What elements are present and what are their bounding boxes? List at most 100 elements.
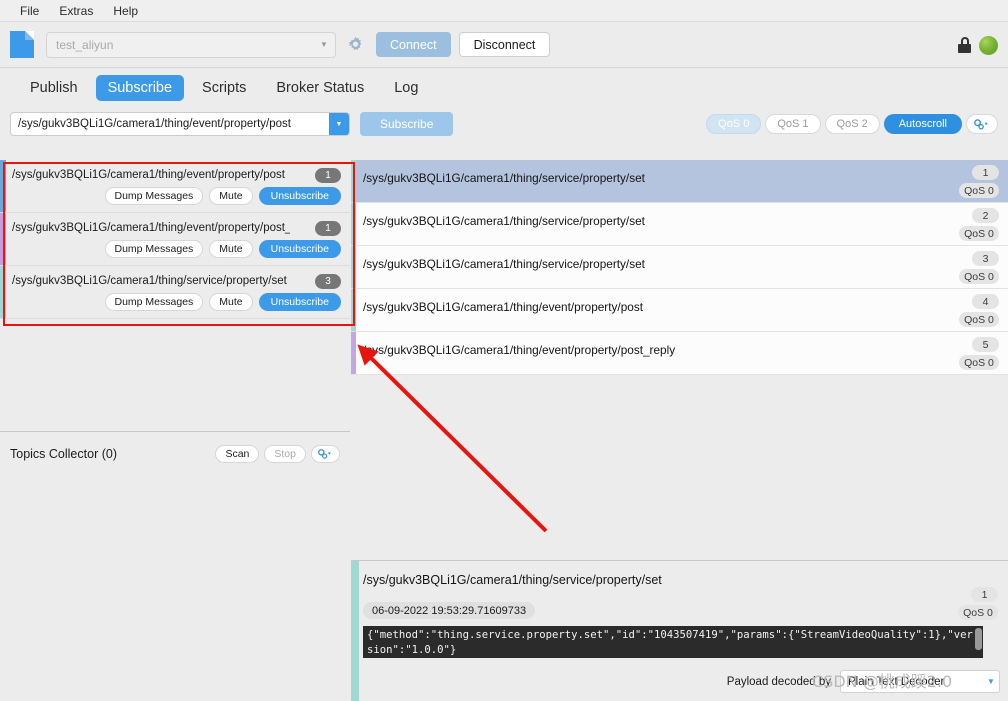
subscription-topic: /sys/gukv3BQLi1G/camera1/thing/service/p… [12,275,287,287]
detail-qos-badge: QoS 0 [958,605,998,620]
main-content: /sys/gukv3BQLi1G/camera1/thing/event/pro… [0,160,1008,701]
connection-status-indicator [979,35,998,55]
mute-button[interactable]: Mute [209,240,253,258]
subscription-actions: Dump Messages Mute Unsubscribe [104,240,341,258]
connect-button[interactable]: Connect [376,32,451,57]
message-topic: /sys/gukv3BQLi1G/camera1/thing/event/pro… [363,300,643,314]
message-row[interactable]: /sys/gukv3BQLi1G/camera1/thing/event/pro… [351,332,1008,375]
detail-color-bar [351,561,359,701]
subscription-actions: Dump Messages Mute Unsubscribe [104,187,341,205]
message-topic: /sys/gukv3BQLi1G/camera1/thing/service/p… [363,257,645,271]
subscription-item[interactable]: /sys/gukv3BQLi1G/camera1/thing/service/p… [0,266,350,319]
message-index-badge: 1 [972,165,999,180]
tab-broker-status[interactable]: Broker Status [264,75,376,101]
message-color-bar [351,246,356,288]
subscription-topic: /sys/gukv3BQLi1G/camera1/thing/event/pro… [12,222,290,234]
tab-log[interactable]: Log [382,75,430,101]
qos-0-button[interactable]: QoS 0 [706,114,762,134]
scan-button[interactable]: Scan [215,445,260,463]
message-qos-badge: QoS 0 [959,269,999,284]
chevron-down-icon: ▼ [320,40,328,49]
menu-item-help[interactable]: Help [103,2,148,20]
topics-collector-controls: Scan Stop [215,445,340,463]
tab-scripts[interactable]: Scripts [190,75,258,101]
mute-button[interactable]: Mute [209,187,253,205]
message-index-badge: 3 [972,251,999,266]
detail-timestamp: 06-09-2022 19:53:29.71609733 [363,602,536,619]
subscription-actions: Dump Messages Mute Unsubscribe [104,293,341,311]
topics-collector-title: Topics Collector (0) [10,447,117,461]
unsubscribe-button[interactable]: Unsubscribe [258,240,341,258]
menu-item-extras[interactable]: Extras [49,2,103,20]
message-list: /sys/gukv3BQLi1G/camera1/thing/service/p… [351,160,1008,560]
menu-item-file[interactable]: File [10,2,49,20]
chevron-down-icon[interactable]: ▼ [329,113,349,135]
connection-toolbar: test_aliyun ▼ Connect Disconnect [0,22,1008,68]
payload-decoder-select[interactable]: Plain Text Decoder ▼ [840,670,1000,693]
message-topic: /sys/gukv3BQLi1G/camera1/thing/service/p… [363,171,645,185]
dump-messages-button[interactable]: Dump Messages [104,240,204,258]
subscription-count-badge: 1 [315,221,341,236]
message-color-bar [351,332,356,374]
message-row[interactable]: /sys/gukv3BQLi1G/camera1/thing/service/p… [351,246,1008,289]
message-row[interactable]: /sys/gukv3BQLi1G/camera1/thing/event/pro… [351,289,1008,332]
dump-messages-button[interactable]: Dump Messages [104,187,204,205]
tab-publish[interactable]: Publish [18,75,90,101]
stop-button[interactable]: Stop [264,445,306,463]
payload-decoder-row: Payload decoded by Plain Text Decoder ▼ [727,670,1000,693]
connection-profile-select[interactable]: test_aliyun ▼ [46,31,336,58]
message-index-badge: 2 [972,208,999,223]
main-tab-bar: Publish Subscribe Scripts Broker Status … [0,68,1008,108]
unsubscribe-button[interactable]: Unsubscribe [258,187,341,205]
message-topic: /sys/gukv3BQLi1G/camera1/thing/service/p… [363,214,645,228]
subscription-topic: /sys/gukv3BQLi1G/camera1/thing/event/pro… [12,169,285,181]
right-panel: /sys/gukv3BQLi1G/camera1/thing/service/p… [351,160,1008,701]
payload-scrollbar[interactable] [975,628,982,650]
message-qos-badge: QoS 0 [959,226,999,241]
tab-subscribe[interactable]: Subscribe [95,75,185,101]
topics-collector-settings-icon[interactable] [311,445,340,463]
payload-decoder-label: Payload decoded by [726,675,831,688]
message-detail-panel: /sys/gukv3BQLi1G/camera1/thing/service/p… [351,560,1008,701]
mute-button[interactable]: Mute [209,293,253,311]
subscribe-button[interactable]: Subscribe [360,112,454,136]
topics-collector-header: Topics Collector (0) Scan Stop [0,439,350,469]
subscription-color-bar [0,266,6,318]
detail-index-badge: 1 [971,587,998,602]
subscribe-settings-icon[interactable] [966,114,998,134]
subscription-item[interactable]: /sys/gukv3BQLi1G/camera1/thing/event/pro… [0,160,350,213]
message-qos-badge: QoS 0 [959,183,999,198]
subscription-color-bar [0,213,6,265]
subscribe-toolbar: /sys/gukv3BQLi1G/camera1/thing/event/pro… [0,108,1008,140]
gear-icon[interactable] [344,34,366,56]
autoscroll-toggle[interactable]: Autoscroll [883,114,962,134]
menu-bar: File Extras Help [0,0,1008,22]
topics-collector-body [0,469,350,701]
subscription-list: /sys/gukv3BQLi1G/camera1/thing/event/pro… [0,160,350,432]
subscription-count-badge: 1 [315,168,341,183]
document-icon[interactable] [10,31,34,58]
payload-viewer[interactable]: {"method":"thing.service.property.set","… [363,626,983,658]
mqttfx-window: File Extras Help test_aliyun ▼ Connect D… [0,0,1008,701]
message-row[interactable]: /sys/gukv3BQLi1G/camera1/thing/service/p… [351,160,1008,203]
qos-2-button[interactable]: QoS 2 [824,114,880,134]
message-color-bar [351,203,356,245]
message-list-empty-area [351,375,1008,560]
qos-1-button[interactable]: QoS 1 [765,114,821,134]
lock-icon [958,37,971,53]
qos-and-options-group: QoS 0 QoS 1 QoS 2 Autoscroll [706,114,998,134]
detail-topic: /sys/gukv3BQLi1G/camera1/thing/service/p… [363,573,662,587]
dump-messages-button[interactable]: Dump Messages [104,293,204,311]
payload-text: {"method":"thing.service.property.set","… [367,629,973,656]
subscription-color-bar [0,160,6,212]
disconnect-button[interactable]: Disconnect [458,32,551,57]
message-qos-badge: QoS 0 [959,312,999,327]
topic-input-value: /sys/gukv3BQLi1G/camera1/thing/event/pro… [18,118,291,130]
message-index-badge: 4 [972,294,999,309]
message-row[interactable]: /sys/gukv3BQLi1G/camera1/thing/service/p… [351,203,1008,246]
unsubscribe-button[interactable]: Unsubscribe [258,293,341,311]
message-color-bar [351,160,356,202]
subscription-count-badge: 3 [315,274,341,289]
subscription-item[interactable]: /sys/gukv3BQLi1G/camera1/thing/event/pro… [0,213,350,266]
topic-input[interactable]: /sys/gukv3BQLi1G/camera1/thing/event/pro… [10,112,350,136]
